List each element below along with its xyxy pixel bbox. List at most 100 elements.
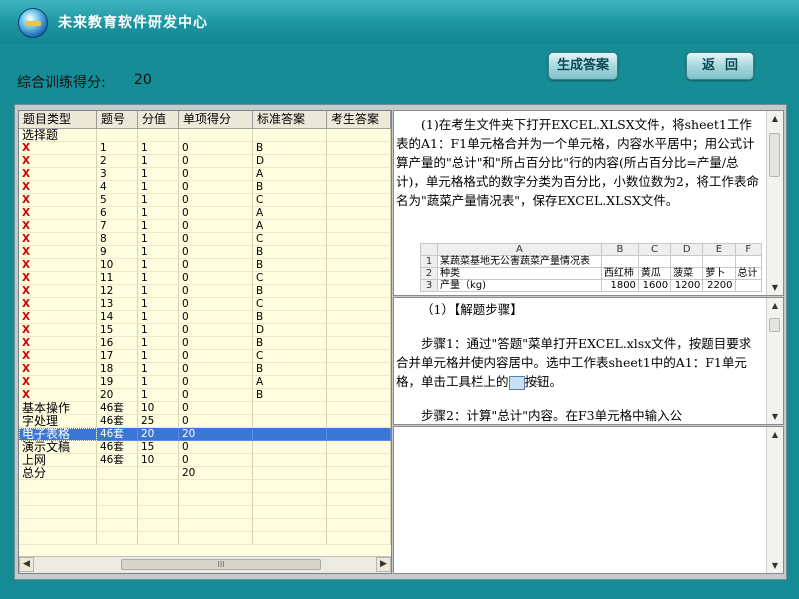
cell-type: 基本操作 [19,402,97,415]
scroll-down-icon[interactable]: ▼ [767,409,783,424]
table-row[interactable]: X710A [19,220,391,233]
cell-student-answer [327,402,391,415]
scroll-thumb[interactable] [769,318,780,332]
horizontal-scrollbar[interactable]: ◀ III ▶ [19,556,391,573]
cell-type: X [19,155,97,168]
cell-type: 演示文稿 [19,441,97,454]
table-row[interactable]: 上网 46套 10 0 [19,454,391,467]
empty-cell [179,480,253,493]
back-button[interactable]: 返回 [686,52,754,80]
cell-standard-answer [253,402,327,415]
table-row[interactable]: X910B [19,246,391,259]
cell-score: 0 [179,246,253,259]
cell-student-answer [327,168,391,181]
table-row[interactable]: X210D [19,155,391,168]
cell-score: 0 [179,194,253,207]
scroll-right-icon[interactable]: ▶ [376,557,391,572]
notes-scrollbar[interactable]: ▲ ▼ [766,427,783,573]
excel-cell: 1200 [670,279,704,292]
solution-scrollbar[interactable]: ▲ ▼ [766,298,783,424]
table-row[interactable]: X 17 1 0 C [19,350,391,363]
scroll-up-icon[interactable]: ▲ [767,111,783,126]
table-row[interactable]: X 14 1 0 B [19,311,391,324]
solution-heading: （1）【解题步骤】 [421,302,523,317]
table-row[interactable]: X810C [19,233,391,246]
column-header[interactable]: 单项得分 [179,111,253,128]
question-panel[interactable]: (1)在考生文件夹下打开EXCEL.XLSX文件，将sheet1工作表的A1：F… [393,110,784,296]
empty-cell [179,519,253,532]
cell-value: 1 [138,389,179,402]
cell-score [179,129,253,142]
column-header[interactable]: 题目类型 [19,111,97,128]
table-row[interactable]: X610A [19,207,391,220]
table-row[interactable]: 演示文稿 46套 15 0 [19,441,391,454]
merge-center-icon: ▭ [508,375,542,390]
empty-cell [179,532,253,545]
table-row[interactable]: X 13 1 0 C [19,298,391,311]
cell-student-answer [327,207,391,220]
table-row[interactable]: X 11 1 0 C [19,272,391,285]
cell-student-answer [327,233,391,246]
score-grid[interactable]: 题目类型 题号 分值 单项得分 标准答案 考生答案 选择题 X 1 1 0 B X 2 1 0 D X 3 1 0 A X… [18,110,392,574]
cell-number: 1 [97,142,138,155]
column-header[interactable]: 题号 [97,111,138,128]
table-row[interactable]: X410B [19,181,391,194]
cell-student-answer [327,285,391,298]
question-scrollbar[interactable]: ▲ ▼ [766,111,783,295]
cell-value: 1 [138,337,179,350]
cell-number: 19 [97,376,138,389]
cell-number: 11 [97,272,138,285]
table-row[interactable]: 总分 20 [19,467,391,480]
column-header[interactable]: 考生答案 [327,111,391,128]
table-row[interactable]: X 12 1 0 B [19,285,391,298]
cell-value: 15 [138,441,179,454]
cell-score: 0 [179,181,253,194]
excel-cell [637,255,672,268]
table-row[interactable]: X 15 1 0 D [19,324,391,337]
cell-standard-answer: C [253,298,327,311]
table-row[interactable]: X 16 1 0 B [19,337,391,350]
table-row[interactable]: 字处理 46套 25 0 [19,415,391,428]
table-row[interactable]: X110B [19,142,391,155]
cell-standard-answer: C [253,350,327,363]
scroll-down-icon[interactable]: ▼ [767,558,783,573]
scroll-down-icon[interactable]: ▼ [767,280,783,295]
cell-type: X [19,246,97,259]
cell-score: 0 [179,155,253,168]
cell-student-answer [327,350,391,363]
column-header[interactable]: 分值 [138,111,179,128]
generate-answer-button[interactable]: 生成答案 [548,52,618,80]
scroll-thumb[interactable]: III [121,559,321,570]
cell-standard-answer: D [253,155,327,168]
scroll-left-icon[interactable]: ◀ [19,557,34,572]
table-row[interactable]: 选择题 [19,129,391,142]
empty-cell [138,519,179,532]
table-row[interactable]: X310A [19,168,391,181]
table-row[interactable]: 电子表格 46套 20 20 [19,428,391,441]
cell-value: 20 [138,428,179,441]
table-row[interactable]: X 18 1 0 B [19,363,391,376]
question-text: (1)在考生文件夹下打开EXCEL.XLSX文件，将sheet1工作表的A1：F… [396,117,759,208]
column-header[interactable]: 标准答案 [253,111,327,128]
scroll-thumb[interactable] [769,133,780,177]
empty-cell [179,493,253,506]
cell-student-answer [327,324,391,337]
notes-panel[interactable]: ▲ ▼ [393,426,784,574]
cell-student-answer [327,337,391,350]
table-row[interactable]: 基本操作 46套 10 0 [19,402,391,415]
table-row[interactable]: X 19 1 0 A [19,376,391,389]
empty-cell [327,519,391,532]
cell-standard-answer: A [253,376,327,389]
cell-number: 9 [97,246,138,259]
table-row[interactable]: X510C [19,194,391,207]
empty-cell [138,480,179,493]
cell-number: 46套 [97,454,138,467]
cell-type: X [19,181,97,194]
scroll-up-icon[interactable]: ▲ [767,427,783,442]
cell-number: 18 [97,363,138,376]
solution-panel[interactable]: （1）【解题步骤】 步骤1：通过"答题"菜单打开EXCEL.xlsx文件，按题目… [393,297,784,425]
table-row[interactable]: X 10 1 0 B [19,259,391,272]
scroll-up-icon[interactable]: ▲ [767,298,783,313]
table-row[interactable]: X 20 1 0 B [19,389,391,402]
empty-cell [253,493,327,506]
